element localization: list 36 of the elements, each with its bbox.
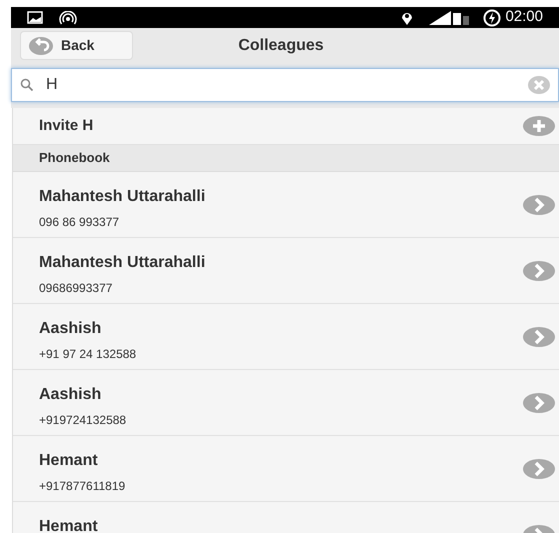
chevron-icon[interactable]: [523, 194, 555, 214]
page-title: Colleagues: [238, 36, 324, 56]
wireless-icon: [59, 10, 77, 24]
chevron-icon[interactable]: [523, 392, 555, 412]
contact-row[interactable]: Mahantesh Uttarahalli 09686993377: [13, 238, 559, 304]
signal-icon: [429, 10, 472, 24]
contact-name: Hemant: [39, 451, 99, 471]
search-field[interactable]: H: [11, 68, 559, 102]
contact-name: Mahantesh Uttarahalli: [39, 253, 206, 273]
contact-row[interactable]: Mahantesh Uttarahalli 096 86 993377: [13, 172, 559, 238]
back-button[interactable]: Back: [20, 31, 133, 60]
contact-row[interactable]: Aashish +919724132588: [13, 370, 559, 436]
chevron-icon[interactable]: [523, 326, 555, 346]
location-icon: [401, 10, 414, 24]
contact-row[interactable]: Hemant: [13, 502, 559, 533]
contact-number: +919724132588: [39, 412, 128, 429]
battery-charging-icon: [483, 8, 502, 26]
contact-number: +917877611819: [39, 478, 126, 495]
chevron-icon[interactable]: [523, 458, 555, 478]
contact-number: 09686993377: [39, 280, 114, 297]
status-time: 02:00: [505, 7, 543, 28]
contact-row[interactable]: Hemant +917877611819: [13, 436, 559, 502]
contact-number: 096 86 993377: [39, 214, 120, 231]
contact-number: +91 97 24 132588: [39, 346, 138, 363]
contact-name: Mahantesh Uttarahalli: [39, 187, 206, 207]
invite-label: Invite H: [39, 116, 94, 136]
image-icon: [27, 11, 43, 24]
clear-icon[interactable]: [528, 76, 550, 94]
contact-name: Aashish: [39, 385, 102, 405]
chevron-icon[interactable]: [523, 260, 555, 280]
plus-icon[interactable]: [523, 116, 555, 136]
section-title: Phonebook: [39, 149, 110, 168]
contact-name: Aashish: [39, 319, 102, 339]
contact-row[interactable]: Aashish +91 97 24 132588: [13, 304, 559, 370]
search-icon: [20, 78, 34, 92]
contact-name: Hemant: [39, 517, 99, 533]
